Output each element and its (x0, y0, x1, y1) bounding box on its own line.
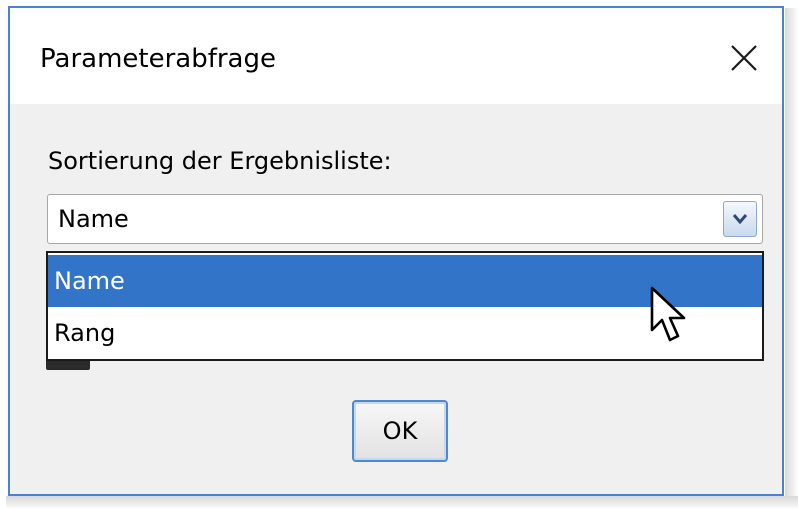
dialog-title: Parameterabfrage (40, 44, 276, 74)
select-current-value: Name (58, 205, 129, 233)
parameter-dialog: Parameterabfrage Sortierung der Ergebnis… (8, 6, 784, 496)
close-button[interactable] (714, 28, 774, 88)
window-shadow-bottom (6, 496, 798, 509)
title-bar[interactable]: Parameterabfrage (10, 8, 782, 104)
ok-button[interactable]: OK (352, 400, 448, 462)
mouse-pointer-icon (650, 286, 686, 342)
dropdown-arrow-button[interactable] (723, 201, 757, 237)
window-shadow-right (785, 8, 798, 509)
chevron-down-icon (732, 214, 748, 225)
sort-order-label: Sortierung der Ergebnisliste: (48, 147, 392, 175)
sort-order-select[interactable]: Name (47, 194, 763, 244)
close-icon (731, 45, 757, 71)
